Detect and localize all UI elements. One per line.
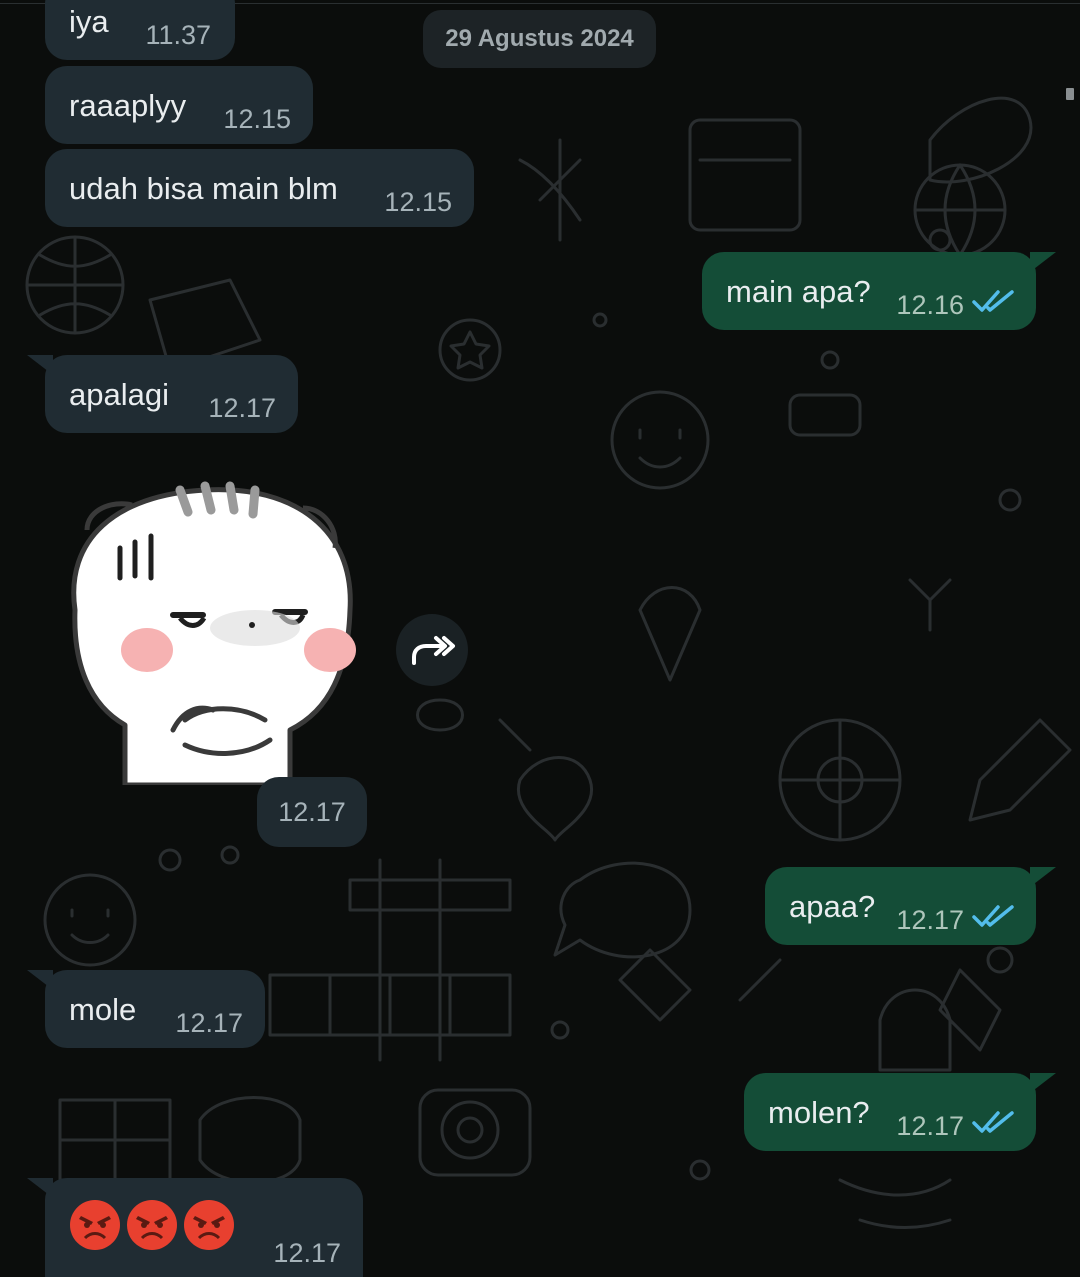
message-text: main apa? (726, 274, 871, 309)
message-bubble-incoming[interactable]: mole 12.17 (27, 970, 265, 1048)
message-text: iya (69, 4, 109, 39)
message-time: 12.17 (896, 1111, 964, 1141)
double-check-icon (972, 1111, 1014, 1133)
message-bubble-incoming[interactable]: raaaplyy 12.15 (45, 66, 313, 144)
message-time: 12.17 (175, 1008, 243, 1038)
message-bubble-incoming[interactable]: apalagi 12.17 (27, 355, 298, 433)
forward-icon (412, 636, 455, 665)
grumpy-cat-sticker[interactable] (55, 470, 365, 785)
message-time: 12.16 (896, 290, 964, 320)
sticker-time: 12.17 (257, 777, 367, 847)
message-time: 11.37 (145, 20, 211, 50)
message-time: 12.17 (896, 905, 964, 935)
message-bubble-outgoing[interactable]: apaa? 12.17 (765, 867, 1056, 945)
message-text: raaaplyy (69, 88, 187, 123)
angry-face-emoji-row (68, 1198, 236, 1252)
date-chip: 29 Agustus 2024 (423, 10, 656, 68)
forward-button[interactable] (396, 614, 468, 686)
message-time: 12.15 (384, 187, 452, 217)
message-bubble-outgoing[interactable]: molen? 12.17 (744, 1073, 1056, 1151)
scrollbar-thumb[interactable] (1066, 88, 1074, 100)
message-text: udah bisa main blm (69, 171, 338, 206)
message-text: apaa? (789, 889, 876, 924)
message-bubble-outgoing[interactable]: main apa? 12.16 (702, 252, 1056, 330)
double-check-icon (972, 290, 1014, 312)
message-text: molen? (768, 1095, 870, 1130)
message-text: mole (69, 992, 137, 1027)
message-time: 12.17 (208, 393, 276, 423)
angry-face-emoji (70, 1200, 234, 1250)
message-time: 12.17 (273, 1238, 341, 1268)
message-bubble-incoming[interactable]: udah bisa main blm 12.15 (45, 149, 474, 227)
message-time: 12.15 (223, 104, 291, 134)
message-text: apalagi (69, 377, 169, 412)
double-check-icon (972, 905, 1014, 927)
message-bubble-incoming[interactable]: iya 11.37 (45, 0, 235, 60)
